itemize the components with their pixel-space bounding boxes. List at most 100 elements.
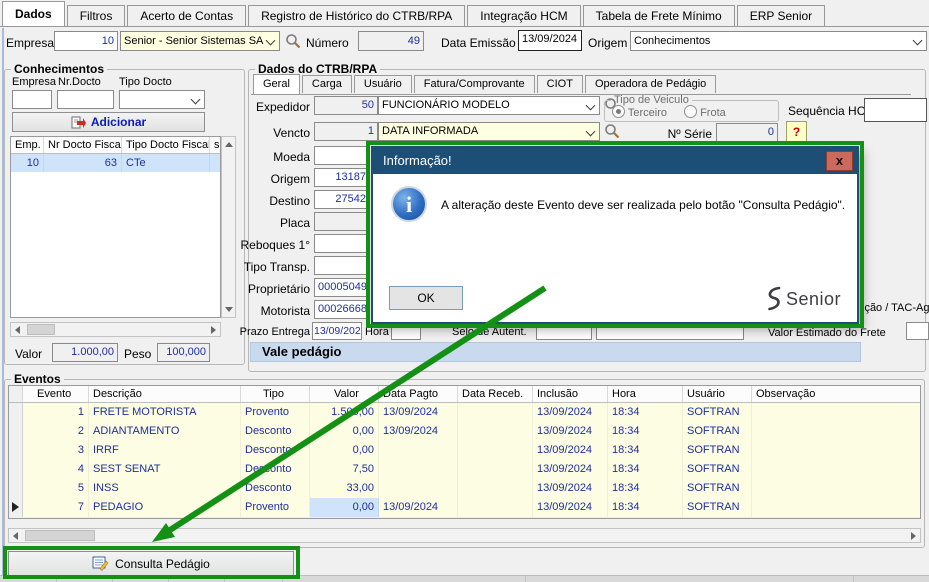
tab-erp-senior[interactable]: ERP Senior [737, 5, 825, 26]
scroll-left-icon[interactable] [15, 326, 20, 334]
info-icon: i [391, 186, 427, 222]
scrollbar-thumb[interactable] [27, 324, 55, 335]
table-row[interactable]: 1 FRETE MOTORISTA Provento 1.500,00 13/0… [9, 403, 920, 423]
destino-input[interactable]: 27542 [314, 190, 370, 209]
conh-tipodocto-select[interactable] [119, 90, 205, 109]
column-header-tipo-docto-fiscal[interactable]: Tipo Docto Fiscal [122, 137, 210, 153]
cell-valor: 7,50 [310, 460, 379, 479]
subtab-ciot[interactable]: CIOT [537, 75, 583, 93]
vencto-code-input[interactable]: 1 [314, 122, 378, 141]
table-row[interactable]: 5 INSS Desconto 33,00 13/09/2024 18:34 S… [9, 479, 920, 499]
column-header-hora[interactable]: Hora [608, 386, 683, 402]
search-icon[interactable] [285, 33, 301, 49]
column-header-data-receb[interactable]: Data Receb. [458, 386, 533, 402]
cell-valor-selected[interactable]: 0,00 [310, 498, 379, 517]
cell-observacao [752, 479, 921, 498]
table-row[interactable]: 2 ADIANTAMENTO Desconto 0,00 13/09/2024 … [9, 422, 920, 442]
table-row[interactable]: 10 63 CTe [11, 154, 220, 172]
tab-acerto-de-contas[interactable]: Acerto de Contas [127, 5, 246, 26]
dialog-titlebar[interactable]: Informação! [373, 148, 857, 174]
column-header-tipo[interactable]: Tipo [241, 386, 310, 402]
conhecimentos-hscrollbar[interactable] [10, 322, 221, 337]
tab-registro-historico[interactable]: Registro de Histórico do CTRB/RPA [248, 5, 465, 26]
subtab-geral[interactable]: Geral [253, 74, 300, 94]
cell-evento: 2 [23, 422, 89, 441]
tipo-transp-input[interactable] [314, 256, 370, 275]
help-button[interactable]: ? [786, 121, 807, 142]
ok-button[interactable]: OK [389, 286, 463, 310]
subtab-carga[interactable]: Carga [302, 75, 352, 93]
scroll-down-icon[interactable] [225, 307, 233, 312]
tab-tabela-frete-minimo[interactable]: Tabela de Frete Mínimo [583, 5, 735, 26]
tab-filtros[interactable]: Filtros [67, 5, 126, 26]
column-header-data-pagto[interactable]: Data Pagto [379, 386, 458, 402]
adicionar-button[interactable]: Adicionar [12, 112, 205, 132]
expedidor-code-input[interactable]: 50 [314, 96, 378, 115]
proprietario-input[interactable]: 00005049 [314, 278, 370, 297]
placa-label: Placa [246, 216, 310, 230]
reboques-input[interactable] [314, 234, 370, 253]
vencto-select[interactable]: DATA INFORMADA [378, 122, 600, 141]
cell-observacao [752, 460, 921, 479]
empresa-name-select[interactable]: Senior - Senior Sistemas SA [120, 31, 280, 51]
prazo-entrega-input[interactable]: 13/09/2024 [312, 322, 362, 340]
column-header-evento[interactable]: Evento [23, 386, 89, 402]
empresa-code-input[interactable]: 10 [54, 31, 118, 51]
table-row[interactable]: 3 IRRF Desconto 0,00 13/09/2024 18:34 SO… [9, 441, 920, 461]
column-header-marker [9, 386, 23, 402]
sequencia-hcm-input[interactable] [864, 98, 927, 122]
subtab-fatura[interactable]: Fatura/Comprovante [414, 75, 535, 93]
subtab-operadora[interactable]: Operadora de Pedágio [585, 75, 716, 93]
column-header-inclusao[interactable]: Inclusão [533, 386, 608, 402]
origem-select[interactable]: Conhecimentos [630, 31, 927, 51]
placa-input[interactable] [314, 212, 370, 231]
column-header-descricao[interactable]: Descrição [89, 386, 241, 402]
column-header-usuario[interactable]: Usuário [683, 386, 752, 402]
selo-autent-input[interactable] [536, 322, 592, 340]
cell-inclusao: 13/09/2024 [533, 479, 608, 498]
scroll-right-icon[interactable] [211, 326, 216, 334]
numero-label: Número [306, 36, 349, 50]
eventos-hscrollbar[interactable] [8, 528, 921, 543]
tab-dados[interactable]: Dados [2, 1, 65, 26]
cell-hora: 18:34 [608, 422, 683, 441]
tab-integracao-hcm[interactable]: Integração HCM [467, 5, 580, 26]
column-header-clipped[interactable]: s [210, 137, 220, 153]
scroll-up-icon[interactable] [225, 142, 233, 147]
column-header-observacao[interactable]: Observação [752, 386, 921, 402]
row-marker [9, 441, 23, 460]
conhecimentos-vscrollbar[interactable] [221, 136, 236, 318]
data-emissao-input[interactable]: 13/09/2024 [518, 30, 582, 51]
table-row[interactable]: 4 SEST SENAT Desconto 7,50 13/09/2024 18… [9, 460, 920, 480]
hora-input[interactable] [391, 322, 421, 340]
close-icon[interactable]: x [826, 151, 853, 171]
search-icon[interactable] [604, 123, 620, 139]
vale-pedagio-header[interactable]: Vale pedágio [250, 342, 861, 362]
subtab-usuario[interactable]: Usuário [354, 75, 412, 93]
motorista-input[interactable]: 00026668 [314, 300, 370, 319]
radio-frota[interactable]: Frota [684, 105, 726, 119]
conh-empresa-input[interactable] [12, 90, 52, 109]
tipo-transp-label: Tipo Transp. [240, 260, 310, 274]
scroll-left-icon[interactable] [13, 532, 18, 540]
cell-descricao: IRRF [89, 441, 241, 460]
scrollbar-thumb[interactable] [25, 530, 95, 541]
cell-descricao: PEDAGIO [89, 498, 241, 517]
status-separator [282, 576, 283, 582]
expedidor-select[interactable]: FUNCIONÁRIO MODELO [378, 96, 600, 115]
table-row-selected[interactable]: 7 PEDAGIO Provento 0,00 13/09/2024 13/09… [9, 498, 920, 518]
cell-usuario: SOFTRAN [683, 479, 752, 498]
ctrb-origem-input[interactable]: 13187 [314, 168, 370, 187]
moeda-input[interactable] [314, 146, 370, 165]
column-header-nr-docto-fiscal[interactable]: Nr Docto Fiscal [44, 137, 122, 153]
conh-nrdocto-input[interactable] [57, 90, 114, 109]
consulta-pedagio-button[interactable]: Consulta Pedágio [8, 551, 294, 576]
chevron-down-icon [586, 101, 596, 111]
column-header-valor[interactable]: Valor [310, 386, 379, 402]
conhecimentos-grid-header: Emp. Nr Docto Fiscal Tipo Docto Fiscal s [11, 137, 220, 154]
radio-terceiro[interactable]: Terceiro [612, 105, 667, 119]
column-header-emp[interactable]: Emp. [11, 137, 44, 153]
selo-autent-input-2[interactable] [596, 322, 744, 340]
scroll-right-icon[interactable] [911, 532, 916, 540]
valor-estimado-input[interactable] [906, 322, 929, 340]
